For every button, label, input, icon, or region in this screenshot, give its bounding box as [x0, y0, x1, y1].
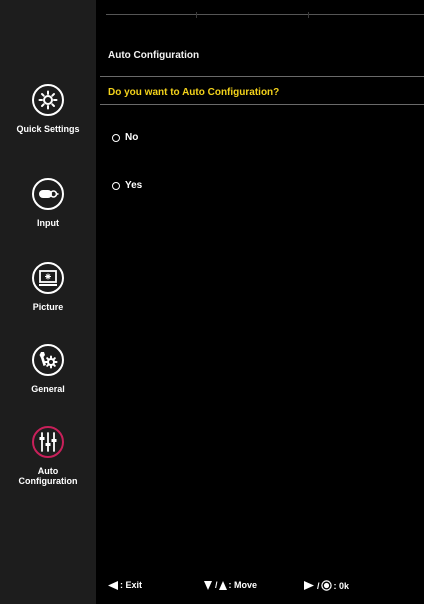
up-arrow-icon [218, 580, 227, 590]
ok-hint[interactable]: / : 0k [304, 580, 349, 591]
equalizer-sliders-icon [32, 426, 64, 458]
separator-slash: / [317, 580, 320, 591]
down-arrow-icon [204, 580, 212, 590]
separator-slash: / [215, 580, 218, 590]
exit-label: : Exit [120, 580, 143, 590]
sidebar: Quick Settings Input Picture General Aut… [0, 0, 96, 604]
option-no[interactable]: No [112, 132, 138, 143]
picture-monitor-icon [32, 262, 64, 294]
radio-icon [112, 181, 120, 190]
input-plug-icon [32, 178, 64, 210]
question-divider [100, 104, 424, 105]
sidebar-item-label: Quick Settings [16, 124, 80, 134]
sidebar-item-picture[interactable]: Picture [0, 262, 96, 312]
tab-separator [308, 12, 309, 18]
osd-frame: Quick Settings Input Picture General Aut… [0, 0, 424, 604]
sun-gear-icon [32, 84, 64, 116]
main-panel: Auto Configuration Do you want to Auto C… [96, 0, 424, 604]
confirmation-question: Do you want to Auto Configuration? [108, 87, 280, 98]
radio-icon [112, 133, 120, 142]
tab-separator [196, 12, 197, 18]
sidebar-item-label: Auto Configuration [18, 466, 78, 486]
wrench-gear-icon [32, 344, 64, 376]
sidebar-item-general[interactable]: General [0, 344, 96, 394]
joystick-button-icon [320, 580, 332, 591]
option-label: Yes [125, 180, 143, 191]
option-label: No [125, 132, 139, 143]
footer-hints: : Exit / : Move / : 0k [96, 580, 424, 594]
sidebar-item-label: Picture [32, 302, 64, 312]
right-arrow-icon [304, 581, 314, 590]
move-hint[interactable]: / : Move [204, 580, 257, 590]
page-title: Auto Configuration [108, 50, 200, 61]
sidebar-item-label: General [31, 384, 65, 394]
sidebar-item-label: Input [37, 218, 59, 228]
move-label: : Move [228, 580, 258, 590]
sidebar-item-input[interactable]: Input [0, 178, 96, 228]
title-divider [100, 76, 424, 77]
option-yes[interactable]: Yes [112, 180, 142, 191]
sidebar-item-quick-settings[interactable]: Quick Settings [0, 84, 96, 134]
sidebar-item-auto-configuration[interactable]: Auto Configuration [0, 426, 96, 486]
ok-label: : 0k [333, 580, 350, 591]
exit-hint[interactable]: : Exit [108, 580, 142, 590]
left-arrow-icon [108, 580, 118, 590]
top-divider [106, 14, 424, 15]
